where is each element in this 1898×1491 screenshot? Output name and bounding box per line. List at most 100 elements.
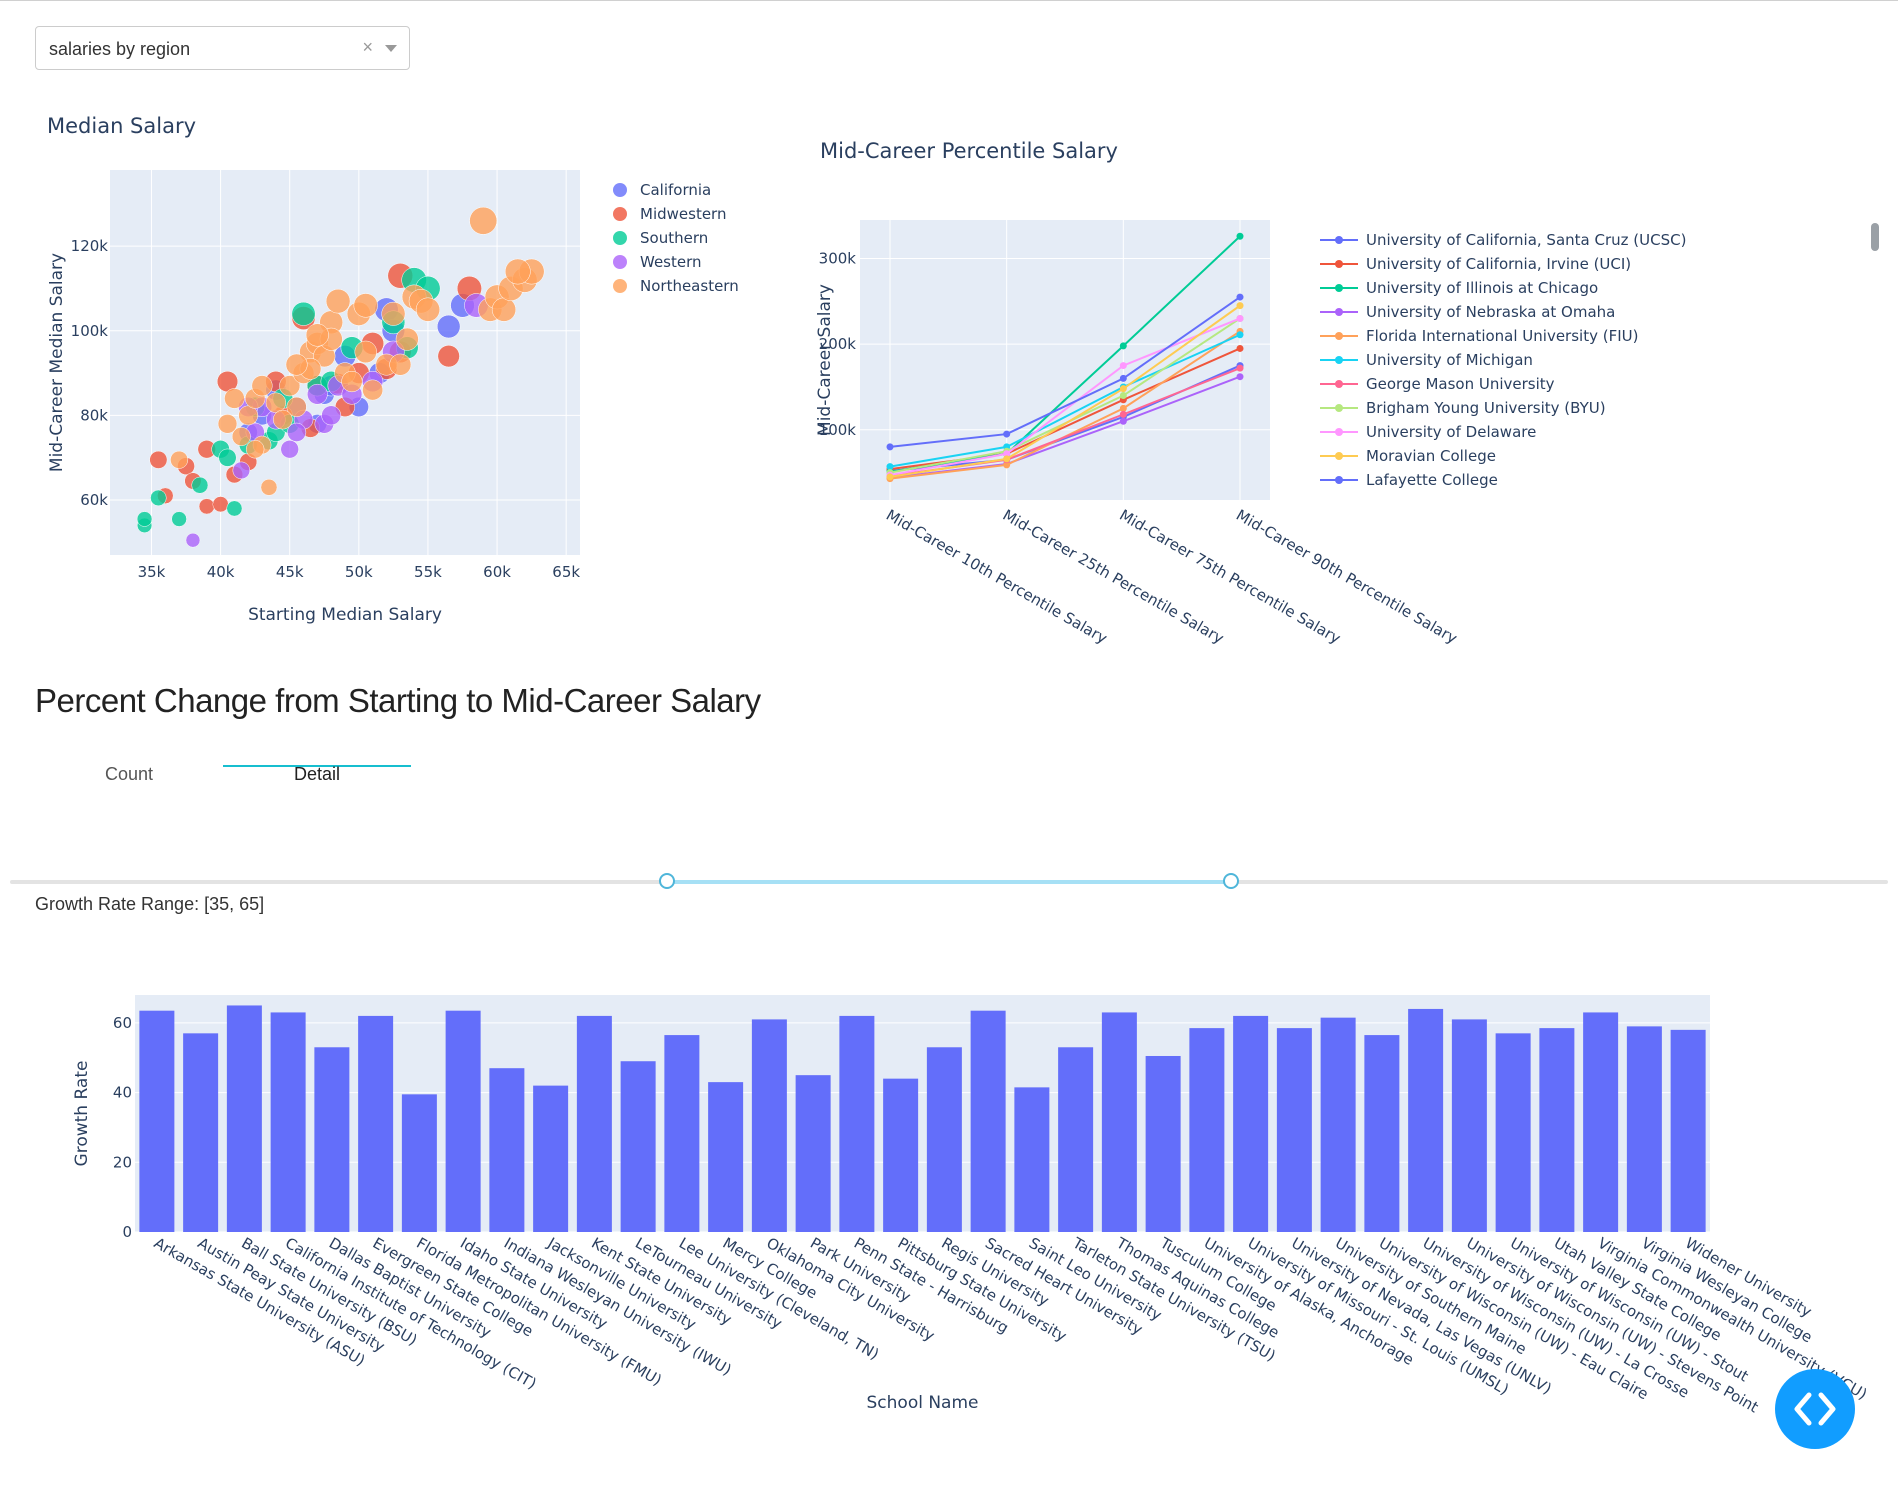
series-point	[1236, 302, 1244, 310]
scatter-point	[395, 327, 419, 351]
legend-label: University of Michigan	[1366, 351, 1533, 369]
legend-label: California	[640, 181, 711, 199]
bar	[839, 1015, 875, 1232]
bar	[226, 1005, 262, 1232]
scatter-point	[265, 392, 287, 413]
legend-marker	[1335, 260, 1343, 268]
slider-handle-high[interactable]	[1222, 873, 1239, 889]
series-point	[1119, 385, 1127, 393]
legend-label: University of Nebraska at Omaha	[1366, 303, 1615, 321]
legend-marker	[1335, 356, 1343, 364]
scatter-point	[149, 450, 168, 469]
bar	[489, 1068, 525, 1232]
legend-label: Midwestern	[640, 205, 726, 223]
y-tick-label: 120k	[71, 237, 109, 255]
scatter-point	[191, 476, 209, 494]
scatter-point	[136, 511, 153, 527]
growth-range-label: Growth Rate Range: [35, 65]	[35, 894, 265, 914]
bar	[1145, 1055, 1181, 1232]
bar	[1058, 1047, 1094, 1232]
scatter-point	[285, 353, 308, 376]
x-tick-label: Mid-Career 75th Percentile Salary	[1116, 506, 1343, 648]
scatter-point	[251, 375, 273, 397]
chevron-down-icon[interactable]	[385, 45, 397, 52]
scatter-point	[341, 370, 363, 393]
y-axis-title: Mid-Career Salary	[815, 284, 835, 436]
y-tick-label: 40	[113, 1084, 132, 1102]
bar	[926, 1047, 962, 1232]
bar	[139, 1010, 175, 1232]
bar	[533, 1085, 569, 1232]
y-tick-label: 60	[113, 1014, 132, 1032]
series-point	[1236, 373, 1244, 381]
series-point	[886, 473, 894, 481]
legend-marker	[1335, 452, 1343, 460]
bar	[183, 1033, 219, 1232]
y-tick-label: 100k	[71, 322, 109, 340]
legend-marker	[1335, 284, 1343, 292]
legend-label: Western	[640, 253, 702, 271]
series-point	[1236, 364, 1244, 372]
slider-handle-low[interactable]	[659, 873, 676, 889]
bar	[620, 1061, 656, 1232]
scatter-point	[232, 461, 251, 480]
line-plot-area	[860, 220, 1270, 500]
code-icon	[1794, 1392, 1836, 1426]
legend-label: Moravian College	[1366, 447, 1496, 465]
legend-label: Northeastern	[640, 277, 739, 295]
legend-label: Southern	[640, 229, 708, 247]
series-point	[1119, 417, 1127, 425]
legend-label: Brigham Young University (BYU)	[1366, 399, 1606, 417]
scatter-point	[245, 440, 265, 459]
tab-count[interactable]: Count	[35, 764, 223, 785]
x-axis-title: School Name	[867, 1393, 979, 1413]
scatter-point	[170, 450, 189, 469]
scatter-point	[273, 409, 293, 430]
scatter-point	[260, 478, 278, 496]
scatter-point	[224, 388, 245, 409]
close-icon[interactable]: ×	[362, 37, 373, 58]
bar	[1451, 1019, 1487, 1232]
series-point	[1119, 374, 1127, 382]
scatter-title: Median Salary	[47, 114, 196, 138]
bar	[1495, 1033, 1531, 1232]
chart-selector-dropdown[interactable]: salaries by region ×	[35, 26, 410, 70]
x-tick-label: 60k	[483, 563, 511, 581]
scatter-point	[353, 293, 378, 318]
y-axis-title: Mid-Career Median Salary	[47, 253, 67, 472]
series-point	[1236, 232, 1244, 240]
code-toggle-button[interactable]	[1775, 1369, 1855, 1449]
bar	[401, 1094, 437, 1232]
x-tick-label: Mid-Career 25th Percentile Salary	[1000, 506, 1227, 648]
scatter-point	[171, 511, 187, 527]
x-tick-label: 35k	[138, 563, 166, 581]
scatter-point	[436, 314, 461, 339]
bar	[1670, 1029, 1706, 1232]
legend-marker	[1335, 476, 1343, 484]
x-tick-label: 50k	[345, 563, 373, 581]
x-tick-label: 45k	[276, 563, 304, 581]
dropdown-value: salaries by region	[49, 39, 191, 59]
tab-detail[interactable]: Detail	[223, 764, 411, 785]
bar	[576, 1015, 612, 1232]
legend-label: University of Illinois at Chicago	[1366, 279, 1598, 297]
scatter-point	[469, 206, 498, 235]
legend-marker	[1335, 308, 1343, 316]
scatter-point	[218, 448, 237, 467]
scatter-point	[212, 496, 229, 513]
bar	[1014, 1087, 1050, 1232]
scatter-point	[185, 532, 201, 548]
legend-marker	[613, 279, 627, 293]
series-point	[886, 443, 894, 451]
y-tick-label: 20	[113, 1153, 132, 1171]
legend-marker	[613, 255, 627, 269]
scatter-point	[437, 345, 460, 368]
legend-scrollbar[interactable]	[1871, 223, 1879, 251]
y-tick-label: 60k	[80, 491, 108, 509]
bar	[1408, 1008, 1444, 1232]
series-point	[1119, 404, 1127, 412]
bar	[795, 1075, 831, 1232]
scatter-point	[280, 440, 299, 459]
median-salary-scatter-chart: Median Salary 35k 40k 45k 50k 55k 60k 65k 60k 80k…	[47, 114, 739, 625]
bar	[358, 1015, 394, 1232]
